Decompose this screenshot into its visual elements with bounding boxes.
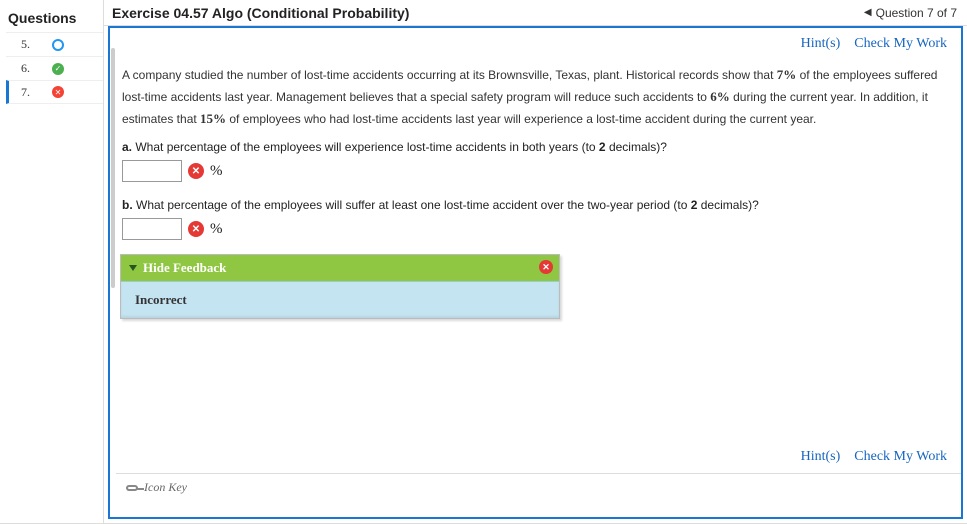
- exercise-title: Exercise 04.57 Algo (Conditional Probabi…: [104, 5, 864, 21]
- question-number: 7.: [12, 85, 30, 100]
- icon-key-label[interactable]: Icon Key: [144, 480, 187, 495]
- scrollbar[interactable]: [111, 48, 115, 288]
- question-sidebar: Questions 5. 6. ✓ 7. ✕: [0, 0, 104, 523]
- sidebar-item-q5[interactable]: 5.: [6, 32, 103, 56]
- spacer: [116, 321, 961, 441]
- feedback-header[interactable]: Hide Feedback ✕: [121, 255, 559, 281]
- answer-input-a[interactable]: [122, 160, 182, 182]
- content-frame: Hint(s) Check My Work A company studied …: [108, 26, 963, 519]
- close-icon[interactable]: ✕: [539, 260, 553, 274]
- problem-statement: A company studied the number of lost-tim…: [116, 60, 961, 134]
- question-a: a. What percentage of the employees will…: [116, 134, 961, 156]
- feedback-panel: Hide Feedback ✕ Incorrect: [120, 254, 560, 319]
- top-toolbar: Hint(s) Check My Work: [116, 28, 961, 60]
- incorrect-icon: ✕: [188, 221, 204, 237]
- incorrect-icon: ✕: [188, 163, 204, 179]
- page-root: Questions 5. 6. ✓ 7. ✕ Exercise 04.57 Al…: [0, 0, 967, 524]
- footer-bar: Icon Key: [116, 473, 961, 501]
- scroll-area[interactable]: Hint(s) Check My Work A company studied …: [116, 28, 961, 517]
- bottom-toolbar: Hint(s) Check My Work: [116, 441, 961, 473]
- check-work-link[interactable]: Check My Work: [854, 36, 947, 52]
- sidebar-item-q6[interactable]: 6. ✓: [6, 56, 103, 80]
- main-panel: Exercise 04.57 Algo (Conditional Probabi…: [104, 0, 967, 523]
- question-number: 5.: [12, 37, 30, 52]
- unit-label: %: [210, 163, 223, 180]
- feedback-toggle-label: Hide Feedback: [143, 260, 226, 276]
- unit-label: %: [210, 221, 223, 238]
- question-b: b. What percentage of the employees will…: [116, 192, 961, 214]
- hints-link[interactable]: Hint(s): [801, 36, 841, 52]
- question-number: 6.: [12, 61, 30, 76]
- answer-row-b: ✕ %: [116, 214, 961, 250]
- answer-row-a: ✕ %: [116, 156, 961, 192]
- answer-input-b[interactable]: [122, 218, 182, 240]
- key-icon: [126, 485, 138, 491]
- status-unattempted-icon: [52, 39, 64, 51]
- check-work-link[interactable]: Check My Work: [854, 449, 947, 465]
- collapse-triangle-icon: [129, 265, 137, 271]
- sidebar-item-q7[interactable]: 7. ✕: [6, 80, 103, 104]
- pager-label: Question 7 of 7: [876, 6, 957, 20]
- title-bar: Exercise 04.57 Algo (Conditional Probabi…: [104, 0, 967, 26]
- question-pager[interactable]: ◀ Question 7 of 7: [864, 6, 967, 20]
- chevron-left-icon[interactable]: ◀: [864, 7, 872, 18]
- hints-link[interactable]: Hint(s): [801, 449, 841, 465]
- status-incorrect-icon: ✕: [52, 86, 64, 98]
- status-correct-icon: ✓: [52, 63, 64, 75]
- feedback-body: Incorrect: [121, 281, 559, 318]
- sidebar-header: Questions: [6, 6, 103, 32]
